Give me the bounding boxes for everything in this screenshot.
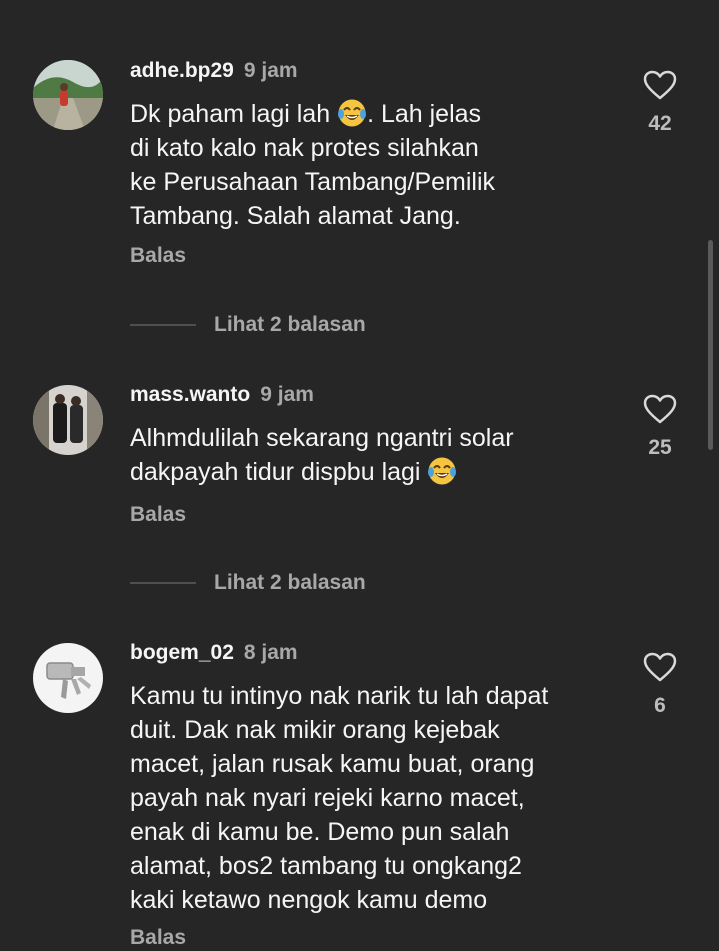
avatar[interactable] xyxy=(33,643,103,713)
tears-of-joy-emoji-icon xyxy=(427,456,457,486)
comment-line: payah nak nyari rejeki karno macet, xyxy=(130,784,525,812)
comment-line: macet, jalan rusak kamu buat, orang xyxy=(130,750,535,778)
tears-of-joy-emoji-icon xyxy=(337,98,367,128)
like-control: 6 xyxy=(638,652,682,718)
comment-line: Dk paham lagi lah . Lah jelas xyxy=(130,98,482,128)
comment-text: Alhmdulilah sekarang ngantri solar dakpa… xyxy=(130,421,610,489)
view-replies-label: Lihat 2 balasan xyxy=(214,571,366,594)
comment-line: alamat, bos2 tambang tu ongkang2 xyxy=(130,852,522,880)
like-control: 25 xyxy=(638,394,682,460)
avatar-photo-keys xyxy=(33,643,103,713)
comment-line: Kamu tu intinyo nak narik tu lah dapat xyxy=(130,682,549,710)
comments-screen: adhe.bp29 9 jam Dk paham lagi lah . Lah j… xyxy=(0,0,719,951)
reply-button[interactable]: Balas xyxy=(130,244,186,268)
comment-line: Alhmdulilah sekarang ngantri solar xyxy=(130,424,514,452)
comment-line: duit. Dak nak mikir orang kejebak xyxy=(130,716,500,744)
like-control: 42 xyxy=(638,70,682,136)
scrollbar[interactable] xyxy=(708,240,713,450)
username[interactable]: bogem_02 xyxy=(130,641,234,664)
comment-line: kaki ketawo nengok kamu demo xyxy=(130,886,488,914)
avatar-photo-outdoor xyxy=(33,60,103,130)
comment-line: Tambang. Salah alamat Jang. xyxy=(130,202,461,230)
comment-time: 9 jam xyxy=(260,383,314,406)
heart-outline-icon[interactable] xyxy=(643,394,677,424)
view-replies-label: Lihat 2 balasan xyxy=(214,313,366,336)
comment-line: enak di kamu be. Demo pun salah xyxy=(130,818,510,846)
comment-line: di kato kalo nak protes silahkan xyxy=(130,134,479,162)
comment-meta: mass.wanto 9 jam xyxy=(130,379,314,411)
like-count: 6 xyxy=(654,694,666,717)
heart-outline-icon[interactable] xyxy=(643,70,677,100)
comment-text: Kamu tu intinyo nak narik tu lah dapat d… xyxy=(130,679,610,917)
like-count: 42 xyxy=(648,112,672,135)
reply-button[interactable]: Balas xyxy=(130,503,186,527)
avatar-photo-people xyxy=(33,385,103,455)
comment-line: dakpayah tidur dispbu lagi xyxy=(130,455,610,489)
username[interactable]: adhe.bp29 xyxy=(130,59,234,82)
avatar[interactable] xyxy=(33,60,103,130)
heart-outline-icon[interactable] xyxy=(643,652,677,682)
reply-button[interactable]: Balas xyxy=(130,926,186,950)
divider-line xyxy=(130,582,196,585)
comment-time: 8 jam xyxy=(243,641,298,664)
comment-line: ke Perusahaan Tambang/Pemilik xyxy=(130,168,496,196)
view-replies-button[interactable]: Lihat 2 balasan xyxy=(130,310,366,340)
view-replies-button[interactable]: Lihat 2 balasan xyxy=(130,568,366,598)
comment-meta: bogem_02 8 jam xyxy=(130,637,298,669)
username[interactable]: mass.wanto xyxy=(130,383,250,406)
comment-text: Dk paham lagi lah . Lah jelas di kato ka… xyxy=(130,97,610,233)
like-count: 25 xyxy=(648,436,672,459)
divider-line xyxy=(130,324,196,327)
comment-time: 9 jam xyxy=(243,59,298,82)
comment-meta: adhe.bp29 9 jam xyxy=(130,55,298,87)
avatar[interactable] xyxy=(33,385,103,455)
